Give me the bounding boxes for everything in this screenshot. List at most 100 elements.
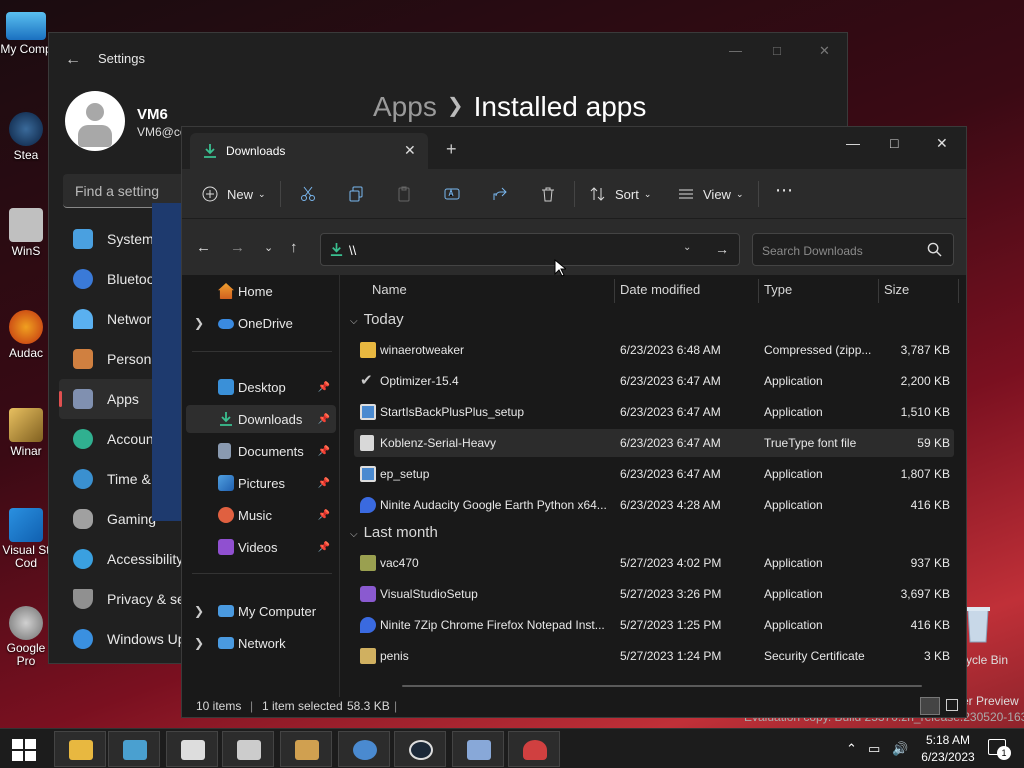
sidebar-item-documents[interactable]: Documents 📌 [186,437,336,465]
sidebar-item-pictures[interactable]: Pictures 📌 [186,469,336,497]
file-row[interactable]: StartIsBackPlusPlus_setup 6/23/2023 6:47… [354,398,954,426]
up-arrow-icon[interactable]: ↑ [290,239,298,256]
nav-item-privacy[interactable]: Privacy & se [59,579,199,619]
taskbar-security[interactable] [508,731,560,767]
sidebar-item-desktop[interactable]: Desktop 📌 [186,373,336,401]
tiles-view-icon[interactable] [946,699,958,711]
desktop-icon-winaero[interactable]: Winar [0,408,52,458]
close-icon[interactable]: ✕ [936,135,948,152]
taskbar-file-explorer[interactable] [54,731,106,767]
pin-icon[interactable]: 📌 [318,542,330,553]
pin-icon[interactable]: 📌 [318,414,330,425]
address-bar[interactable]: \\ ⌄ → [320,233,740,266]
recent-locations-icon[interactable]: ⌄ [264,241,273,254]
sidebar-item-music[interactable]: Music 📌 [186,501,336,529]
pin-icon[interactable]: 📌 [318,446,330,457]
file-row[interactable]: Ninite Audacity Google Earth Python x64.… [354,491,954,519]
sidebar-divider [192,351,332,352]
download-icon [220,412,232,426]
sidebar-item-onedrive[interactable]: ❯ OneDrive [186,309,336,337]
column-size[interactable]: Size [884,282,909,297]
minimize-icon[interactable]: — [846,135,860,151]
desktop-icon-winscp[interactable]: WinS [0,208,52,258]
forward-arrow-icon[interactable]: → [230,239,245,256]
column-date[interactable]: Date modified [620,282,700,297]
chevron-up-icon[interactable]: ⌃ [846,741,857,757]
horizontal-scrollbar[interactable] [402,685,922,687]
desktop-icon-steam[interactable]: Stea [0,112,52,162]
file-row[interactable]: Ninite 7Zip Chrome Firefox Notepad Inst.… [354,611,954,639]
clock[interactable]: 5:18 AM 6/23/2023 [918,733,978,764]
group-header-last-month[interactable]: ⌵ Last month [350,524,438,541]
maximize-icon[interactable]: □ [773,43,781,58]
file-row[interactable]: ✔ Optimizer-15.4 6/23/2023 6:47 AM Appli… [354,367,954,395]
minimize-icon[interactable]: — [729,43,742,58]
cut-button[interactable] [300,184,316,204]
nav-item-windows-update[interactable]: Windows Up [59,619,199,659]
copy-button[interactable] [348,184,364,204]
taskbar-settings[interactable] [338,731,390,767]
notification-icon[interactable]: 1 [988,739,1011,760]
sidebar-item-videos[interactable]: Videos 📌 [186,533,336,561]
close-icon[interactable]: ✕ [819,43,830,59]
chevron-down-icon[interactable]: ⌄ [683,242,691,253]
desktop-icon-audacity[interactable]: Audac [0,310,52,360]
details-view-icon[interactable] [920,697,940,715]
sidebar-item-home[interactable]: Home [186,277,336,305]
tab-downloads[interactable]: Downloads ✕ [190,133,428,169]
new-tab-icon[interactable]: + [446,139,457,160]
taskbar-media[interactable] [452,731,504,767]
file-row[interactable]: vac470 5/27/2023 4:02 PM Application 937… [354,549,954,577]
column-divider[interactable] [878,279,879,303]
back-arrow-icon[interactable]: ← [196,239,211,256]
delete-button[interactable] [540,184,556,204]
group-header-today[interactable]: ⌵ Today [350,311,404,328]
view-button[interactable]: View ⌄ [678,184,744,204]
pin-icon[interactable]: 📌 [318,478,330,489]
sidebar-item-network[interactable]: ❯ Network [186,629,336,657]
search-input[interactable]: Search Downloads [752,233,954,266]
column-name[interactable]: Name [372,282,407,297]
nav-item-accessibility[interactable]: Accessibility [59,539,199,579]
file-row[interactable]: penis 5/27/2023 1:24 PM Security Certifi… [354,642,954,670]
chevron-right-icon[interactable]: ❯ [194,316,204,330]
file-row[interactable]: VisualStudioSetup 5/27/2023 3:26 PM Appl… [354,580,954,608]
chevron-right-icon[interactable]: ❯ [194,636,204,650]
desktop-icon-google-earth[interactable]: Google Pro [0,606,52,668]
breadcrumb-apps[interactable]: Apps [373,91,437,122]
start-icon[interactable] [12,739,36,761]
desktop-icon-vscode[interactable]: Visual St Cod [0,508,52,570]
file-row[interactable]: ep_setup 6/23/2023 6:47 AM Application 1… [354,460,954,488]
taskbar-steam[interactable] [394,731,446,767]
pin-icon[interactable]: 📌 [318,382,330,393]
taskbar-control-panel[interactable] [108,731,160,767]
pin-icon[interactable]: 📌 [318,510,330,521]
column-divider[interactable] [614,279,615,303]
network-status-icon[interactable]: ▭ [868,741,880,757]
new-button[interactable]: New ⌄ [202,184,266,204]
rename-button[interactable] [444,184,460,204]
back-arrow-icon[interactable]: ← [65,51,81,69]
sort-button[interactable]: Sort ⌄ [590,184,651,204]
maximize-icon[interactable]: □ [890,135,898,151]
desktop-icon-my-computer[interactable]: My Comp [0,10,52,56]
avatar[interactable] [65,91,125,151]
taskbar-archive[interactable] [166,731,218,767]
taskbar-users[interactable] [280,731,332,767]
visual-studio-icon [360,586,376,602]
share-button[interactable] [492,184,508,204]
file-row[interactable]: winaerotweaker 6/23/2023 6:48 AM Compres… [354,336,954,364]
column-divider[interactable] [758,279,759,303]
paste-button[interactable] [396,184,412,204]
file-row-selected[interactable]: Koblenz-Serial-Heavy 6/23/2023 6:47 AM T… [354,429,954,457]
go-arrow-icon[interactable]: → [715,241,729,257]
close-tab-icon[interactable]: ✕ [404,142,416,159]
volume-icon[interactable]: 🔊 [892,741,908,757]
column-divider[interactable] [958,279,959,303]
chevron-right-icon[interactable]: ❯ [194,604,204,618]
taskbar-document[interactable] [222,731,274,767]
column-type[interactable]: Type [764,282,792,297]
more-options-icon[interactable]: ⋯ [775,180,793,200]
sidebar-item-my-computer[interactable]: ❯ My Computer [186,597,336,625]
sidebar-item-downloads[interactable]: Downloads 📌 [186,405,336,433]
